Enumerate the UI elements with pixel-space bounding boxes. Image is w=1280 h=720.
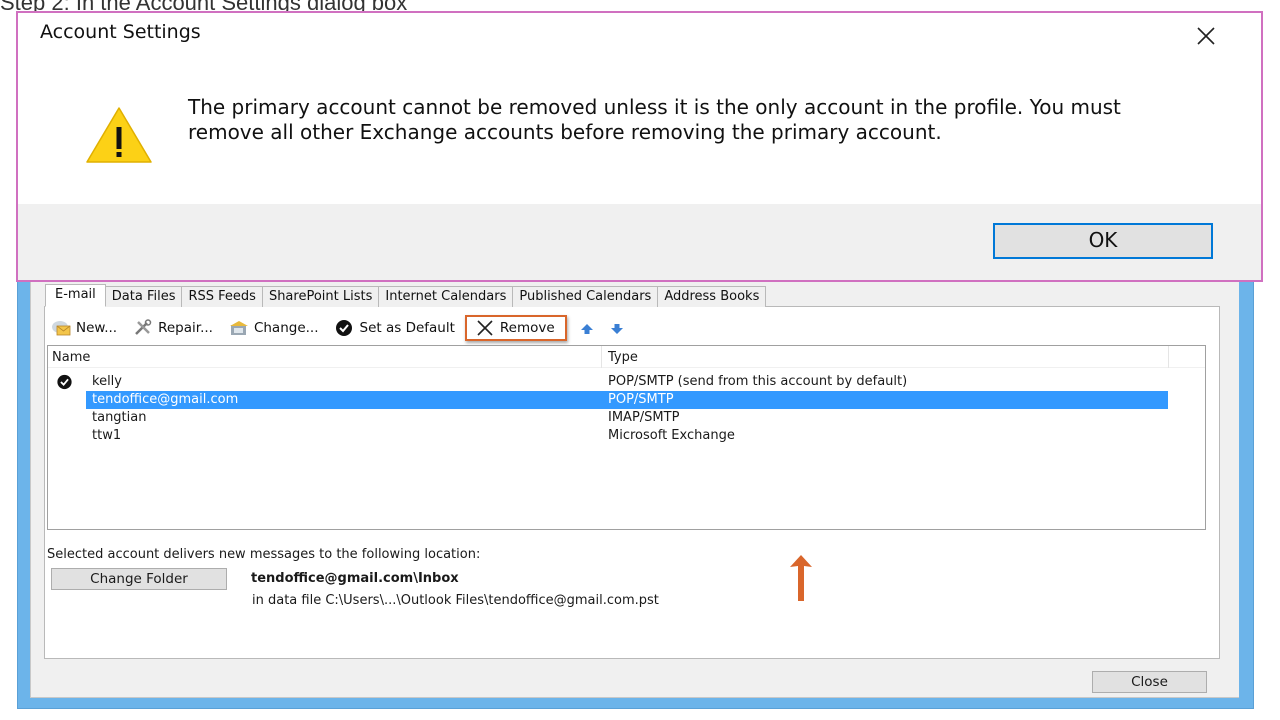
remove-button[interactable]: Remove [464, 315, 567, 341]
column-header-name[interactable]: Name [52, 350, 90, 365]
default-account-icon [56, 374, 73, 390]
tab-sharepoint-lists[interactable]: SharePoint Lists [261, 286, 380, 307]
column-divider[interactable] [1168, 346, 1169, 368]
tab-data-files[interactable]: Data Files [104, 286, 183, 307]
new-account-button[interactable]: New... [51, 319, 117, 337]
remove-x-icon [475, 319, 495, 337]
account-type: POP/SMTP (send from this account by defa… [608, 374, 908, 389]
account-rows: kelly POP/SMTP (send from this account b… [48, 373, 1205, 445]
account-type: IMAP/SMTP [608, 410, 680, 425]
move-up-button[interactable] [579, 321, 595, 335]
column-header-type[interactable]: Type [608, 350, 638, 365]
account-row[interactable]: tangtian IMAP/SMTP [48, 409, 1205, 427]
account-name: ttw1 [92, 428, 122, 443]
change-label: Change... [253, 320, 319, 336]
tab-strip: E-mail Data Files RSS Feeds SharePoint L… [45, 284, 767, 307]
account-settings-body: E-mail Data Files RSS Feeds SharePoint L… [30, 211, 1239, 698]
tools-icon [133, 319, 153, 337]
account-settings-window: E-mail Data Files RSS Feeds SharePoint L… [17, 210, 1254, 709]
new-mail-icon [51, 319, 71, 337]
account-row-selected[interactable]: tendoffice@gmail.com POP/SMTP [48, 391, 1205, 409]
account-row[interactable]: kelly POP/SMTP (send from this account b… [48, 373, 1205, 391]
tab-email[interactable]: E-mail [45, 284, 106, 307]
tab-internet-calendars[interactable]: Internet Calendars [378, 286, 514, 307]
remove-label: Remove [499, 320, 555, 336]
tab-published-calendars[interactable]: Published Calendars [512, 286, 659, 307]
account-type: Microsoft Exchange [608, 428, 735, 443]
arrow-up-icon [580, 324, 593, 334]
set-default-button[interactable]: Set as Default [335, 319, 455, 337]
tab-address-books[interactable]: Address Books [657, 286, 767, 307]
annotation-arrow-icon [790, 555, 812, 601]
dialog-close-button[interactable] [1191, 21, 1221, 51]
new-account-label: New... [76, 320, 118, 336]
delivery-folder-path: tendoffice@gmail.com\Inbox [251, 571, 459, 586]
tab-rss-feeds[interactable]: RSS Feeds [181, 286, 263, 307]
move-down-button[interactable] [609, 321, 625, 335]
arrow-down-icon [610, 324, 623, 334]
account-name: tangtian [92, 410, 147, 425]
repair-button[interactable]: Repair... [133, 319, 213, 337]
change-icon [229, 319, 249, 337]
set-default-label: Set as Default [359, 320, 455, 336]
repair-label: Repair... [158, 320, 213, 336]
warning-dialog: Account Settings The primary account can… [16, 11, 1263, 282]
warning-icon [86, 107, 152, 163]
account-name: kelly [92, 374, 122, 389]
account-name: tendoffice@gmail.com [92, 392, 239, 407]
account-toolbar: New... Repair... Change... Set as Defaul… [51, 315, 639, 341]
list-header: Name Type [48, 346, 1205, 368]
dialog-footer: OK [18, 204, 1261, 280]
change-folder-button[interactable]: Change Folder [51, 568, 227, 590]
checkmark-circle-icon [335, 319, 355, 337]
data-file-path: in data file C:\Users\...\Outlook Files\… [252, 593, 659, 608]
dialog-title: Account Settings [40, 21, 201, 43]
account-type: POP/SMTP [608, 392, 674, 407]
delivery-location-label: Selected account delivers new messages t… [47, 547, 481, 562]
ok-button[interactable]: OK [993, 223, 1213, 259]
dialog-message: The primary account cannot be removed un… [188, 95, 1121, 144]
column-divider[interactable] [601, 346, 602, 368]
close-icon [1197, 27, 1215, 45]
close-button[interactable]: Close [1092, 671, 1207, 693]
account-list: Name Type kelly POP/SMTP (send from this… [47, 345, 1206, 530]
account-row[interactable]: ttw1 Microsoft Exchange [48, 427, 1205, 445]
change-button[interactable]: Change... [229, 319, 319, 337]
